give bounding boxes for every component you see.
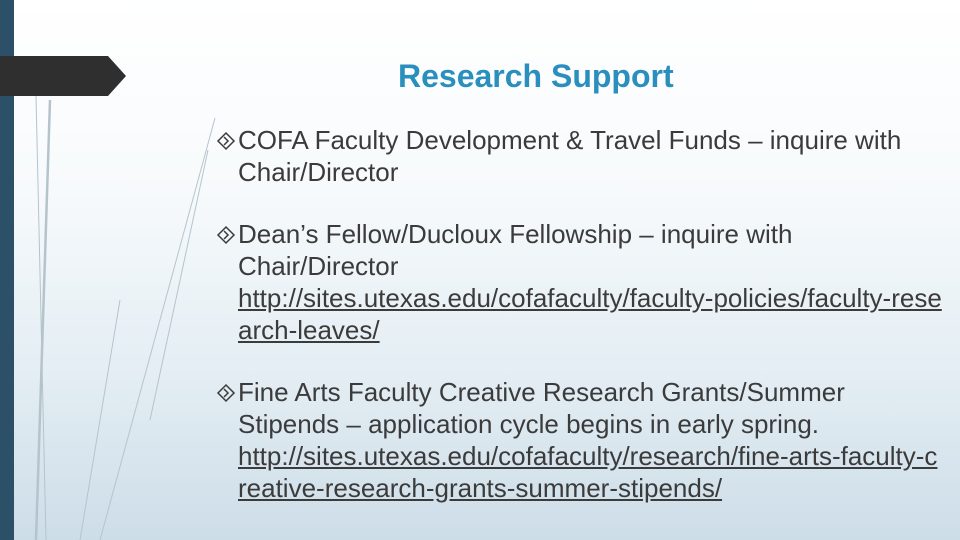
bullet-text: COFA Faculty Development & Travel Funds … xyxy=(238,125,902,187)
diamond-arrow-icon xyxy=(216,131,236,151)
bullet-text: Fine Arts Faculty Creative Research Gran… xyxy=(238,377,845,439)
creative-research-grants-link[interactable]: http://sites.utexas.edu/cofafaculty/rese… xyxy=(238,440,946,504)
bullet-fine-arts-grants: Fine Arts Faculty Creative Research Gran… xyxy=(216,376,946,504)
bullet-text: Dean’s Fellow/Ducloux Fellowship – inqui… xyxy=(238,219,793,281)
research-leaves-link[interactable]: http://sites.utexas.edu/cofafaculty/facu… xyxy=(238,282,946,346)
diamond-arrow-icon xyxy=(216,383,236,403)
bullet-cofa-funds: COFA Faculty Development & Travel Funds … xyxy=(216,124,946,188)
title-tab xyxy=(0,56,126,96)
bullet-deans-fellow: Dean’s Fellow/Ducloux Fellowship – inqui… xyxy=(216,218,946,346)
diamond-arrow-icon xyxy=(216,225,236,245)
slide-title: Research Support xyxy=(398,58,674,94)
bullet-list: COFA Faculty Development & Travel Funds … xyxy=(216,124,946,534)
